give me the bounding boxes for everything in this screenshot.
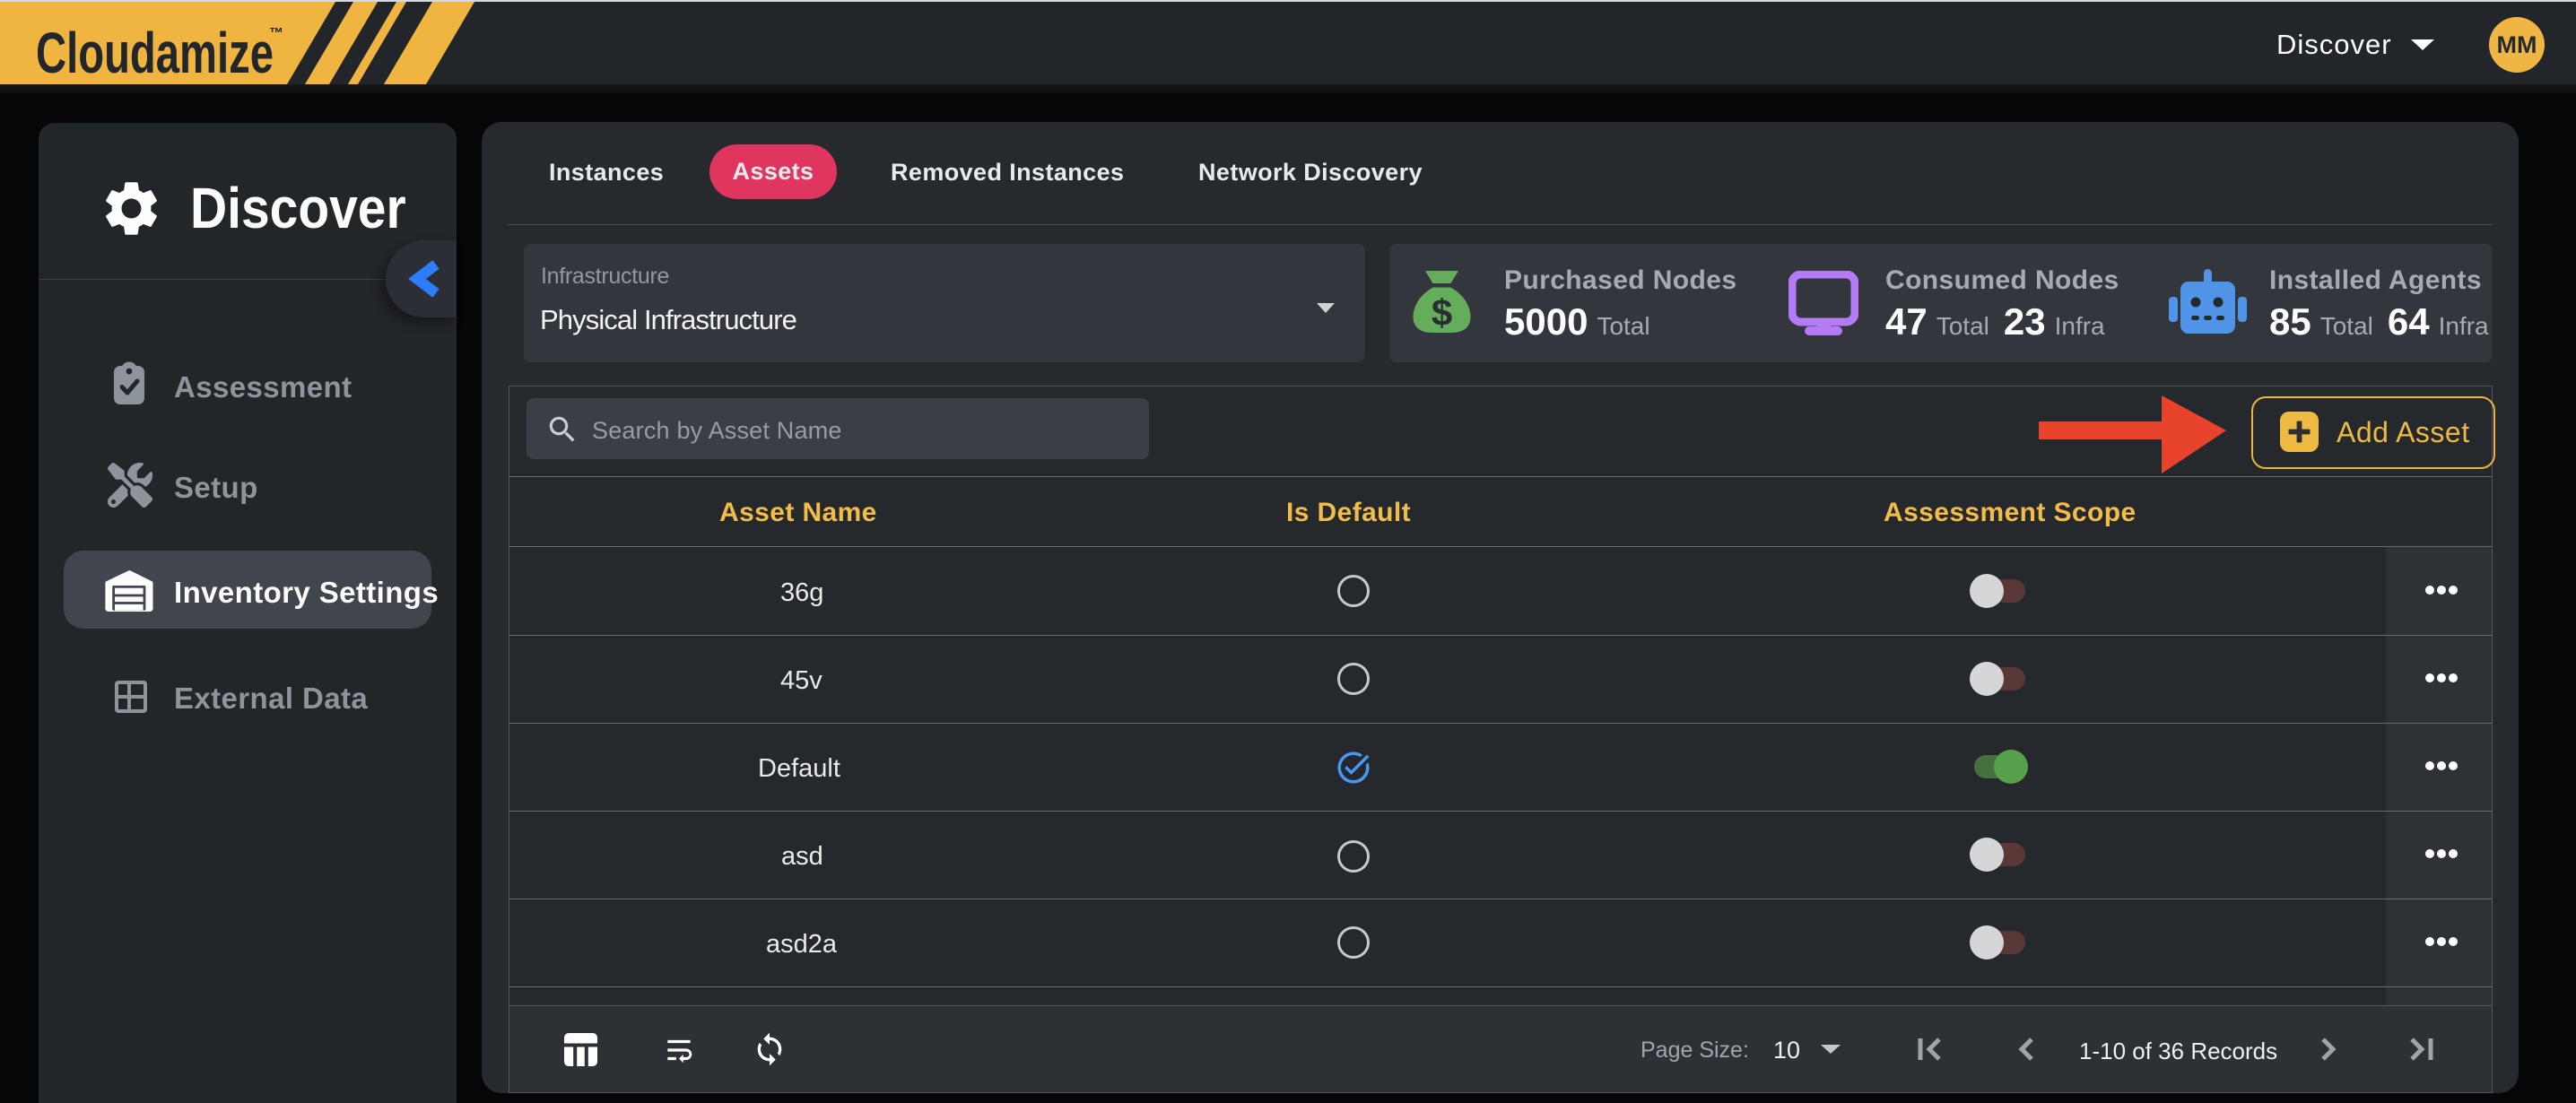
svg-text:$: $ [1432, 291, 1452, 334]
svg-text:™: ™ [269, 26, 283, 41]
svg-text:Cloudamize: Cloudamize [36, 21, 274, 84]
